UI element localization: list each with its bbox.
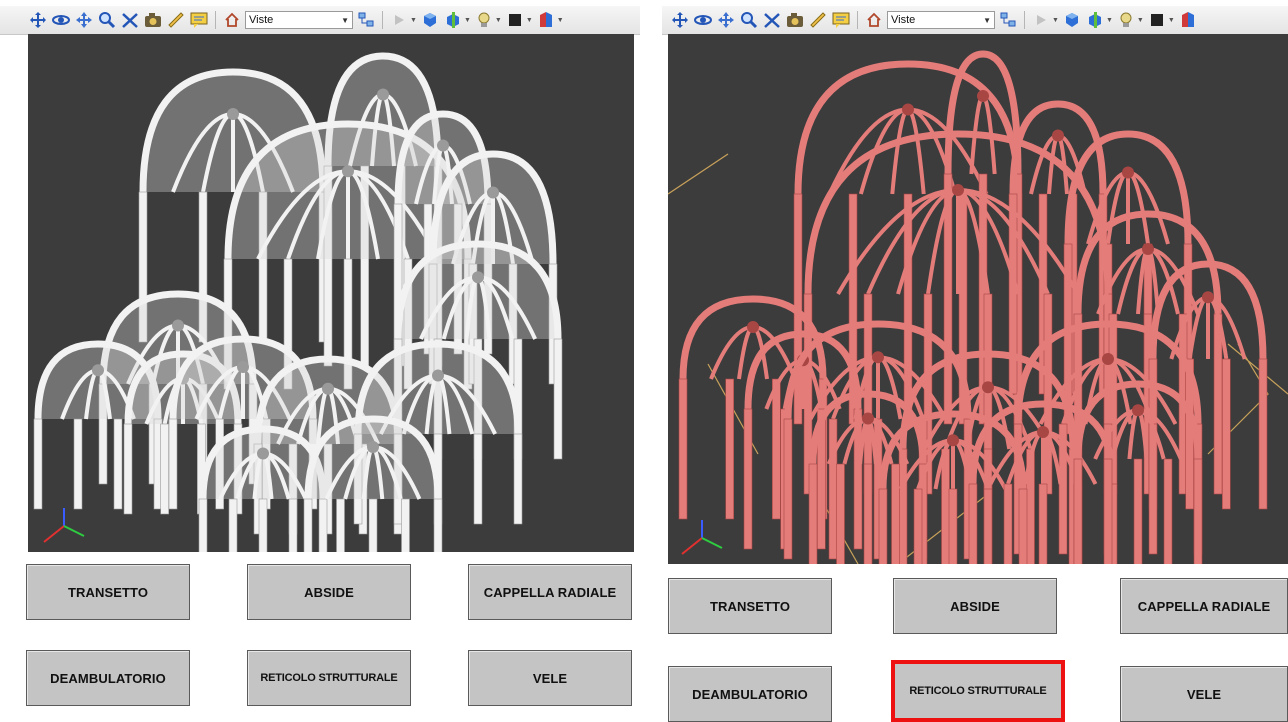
chevron-down-icon: ▼ <box>341 15 349 25</box>
toolbar-separator <box>857 11 858 29</box>
camera-icon[interactable] <box>785 10 805 30</box>
chevron-down-icon: ▼ <box>983 15 991 25</box>
transetto-button[interactable]: TRANSETTO <box>668 578 832 634</box>
measure-angle-icon[interactable] <box>762 10 782 30</box>
section-icon[interactable] <box>443 10 463 30</box>
axis-triad-icon <box>43 508 85 543</box>
left-panel: Viste ▼ ▼ ▼ ▼ ▼ ▼ TRANSETTO ABSIDE CAPPEL… <box>0 0 640 722</box>
cube-icon[interactable] <box>1062 10 1082 30</box>
deambulatorio-button[interactable]: DEAMBULATORIO <box>26 650 190 706</box>
appearance-icon[interactable] <box>1178 10 1198 30</box>
deambulatorio-button[interactable]: DEAMBULATORIO <box>668 666 832 722</box>
light-icon[interactable] <box>474 10 494 30</box>
abside-button[interactable]: ABSIDE <box>893 578 1057 634</box>
camera-icon[interactable] <box>143 10 163 30</box>
right-panel: Viste ▼ ▼ ▼ ▼ ▼ TRANSETTO ABSIDE CAPPELLA… <box>662 0 1288 722</box>
reticolo-strutturale-button[interactable]: RETICOLO STRUTTURALE <box>891 660 1065 722</box>
vault-group <box>33 52 563 552</box>
chevron-down-icon[interactable]: ▼ <box>557 17 564 24</box>
vele-button[interactable]: VELE <box>1120 666 1288 722</box>
cappella-radiale-button[interactable]: CAPPELLA RADIALE <box>468 564 632 620</box>
navigation-toolbar: Viste ▼ ▼ ▼ ▼ ▼ ▼ <box>0 6 640 35</box>
render-style-icon[interactable] <box>505 10 525 30</box>
pan-icon[interactable] <box>670 10 690 30</box>
axis-triad-icon <box>681 520 723 555</box>
comment-icon[interactable] <box>831 10 851 30</box>
3d-viewport[interactable] <box>28 34 634 552</box>
abside-button[interactable]: ABSIDE <box>247 564 411 620</box>
fly-icon[interactable] <box>74 10 94 30</box>
views-dropdown-label: Viste <box>891 14 916 26</box>
cappella-radiale-button[interactable]: CAPPELLA RADIALE <box>1120 578 1288 634</box>
chevron-down-icon[interactable]: ▼ <box>410 17 417 24</box>
home-icon[interactable] <box>864 10 884 30</box>
toolbar-separator <box>1024 11 1025 29</box>
orbit-icon[interactable] <box>693 10 713 30</box>
measure-angle-icon[interactable] <box>120 10 140 30</box>
section-icon[interactable] <box>1085 10 1105 30</box>
toolbar-separator <box>382 11 383 29</box>
ruler-icon[interactable] <box>808 10 828 30</box>
vele-button[interactable]: VELE <box>468 650 632 706</box>
chevron-down-icon[interactable]: ▼ <box>1137 17 1144 24</box>
views-dropdown-label: Viste <box>249 14 274 26</box>
home-icon[interactable] <box>222 10 242 30</box>
zoom-icon[interactable] <box>739 10 759 30</box>
vault-model-red <box>668 50 1288 564</box>
views-dropdown[interactable]: Viste ▼ <box>887 11 995 29</box>
chevron-down-icon[interactable]: ▼ <box>1168 17 1175 24</box>
play-icon[interactable] <box>389 10 409 30</box>
vault-model-grey <box>33 52 563 552</box>
appearance-icon[interactable] <box>536 10 556 30</box>
light-icon[interactable] <box>1116 10 1136 30</box>
chevron-down-icon[interactable]: ▼ <box>526 17 533 24</box>
vault-group <box>678 50 1268 564</box>
chevron-down-icon[interactable]: ▼ <box>495 17 502 24</box>
ruler-icon[interactable] <box>166 10 186 30</box>
orbit-icon[interactable] <box>51 10 71 30</box>
reticolo-strutturale-button[interactable]: RETICOLO STRUTTURALE <box>247 650 411 706</box>
toolbar-separator <box>215 11 216 29</box>
chevron-down-icon[interactable]: ▼ <box>464 17 471 24</box>
comment-icon[interactable] <box>189 10 209 30</box>
viewpoints-icon[interactable] <box>998 10 1018 30</box>
play-icon[interactable] <box>1031 10 1051 30</box>
views-dropdown[interactable]: Viste ▼ <box>245 11 353 29</box>
navigation-toolbar: Viste ▼ ▼ ▼ ▼ ▼ <box>662 6 1288 35</box>
cube-icon[interactable] <box>420 10 440 30</box>
zoom-icon[interactable] <box>97 10 117 30</box>
pan-icon[interactable] <box>28 10 48 30</box>
3d-viewport[interactable] <box>668 34 1288 564</box>
render-style-icon[interactable] <box>1147 10 1167 30</box>
viewpoints-icon[interactable] <box>356 10 376 30</box>
fly-icon[interactable] <box>716 10 736 30</box>
chevron-down-icon[interactable]: ▼ <box>1106 17 1113 24</box>
chevron-down-icon[interactable]: ▼ <box>1052 17 1059 24</box>
transetto-button[interactable]: TRANSETTO <box>26 564 190 620</box>
